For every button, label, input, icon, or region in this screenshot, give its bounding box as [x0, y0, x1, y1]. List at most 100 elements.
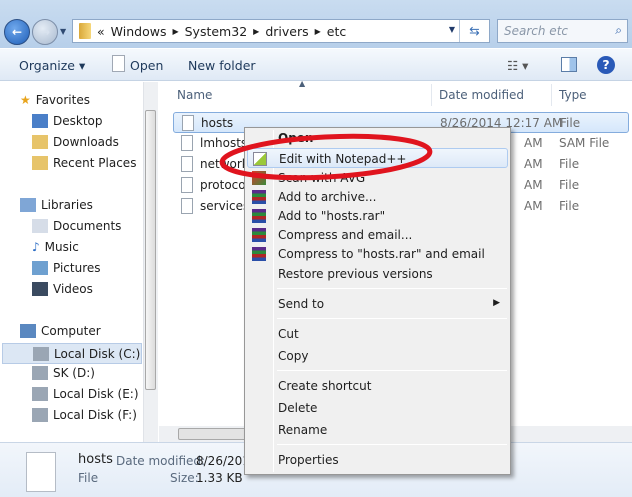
menu-label: Properties: [278, 453, 339, 467]
file-thumbnail-icon: [26, 452, 56, 492]
file-icon: [181, 177, 193, 193]
forward-button[interactable]: →: [32, 19, 58, 45]
notepad-plus-plus-icon: [253, 152, 267, 166]
sidebar-computer[interactable]: Computer: [20, 324, 101, 338]
folder-icon: [79, 23, 91, 39]
sort-ascending-icon: ▲: [299, 79, 306, 88]
file-type: File: [560, 116, 581, 130]
sidebar-label: Recent Places: [53, 156, 137, 170]
refresh-icon[interactable]: ⇆: [459, 20, 489, 42]
menu-item-delete[interactable]: Delete: [247, 398, 508, 418]
organize-button[interactable]: Organize ▾: [19, 58, 85, 73]
menu-label: Rename: [278, 423, 328, 437]
back-button[interactable]: ←: [4, 19, 30, 45]
preview-pane-icon[interactable]: [561, 57, 577, 72]
sidebar-label: Local Disk (C:): [54, 346, 141, 361]
menu-item-open[interactable]: Open: [247, 128, 508, 148]
sidebar-label: Downloads: [53, 135, 119, 149]
winrar-icon: [252, 209, 266, 223]
file-icon: [112, 55, 125, 72]
file-type: File: [559, 199, 580, 213]
column-header-type[interactable]: Type: [559, 88, 587, 102]
chevron-right-icon[interactable]: ▶: [315, 27, 321, 36]
sidebar-item-videos[interactable]: Videos: [32, 282, 93, 296]
menu-item-compress-to-hosts-rar-email[interactable]: Compress to "hosts.rar" and email: [247, 244, 508, 264]
computer-icon: [20, 324, 36, 338]
file-date: AM: [524, 157, 543, 171]
sidebar-item-desktop[interactable]: Desktop: [32, 114, 103, 128]
menu-item-add-to-archive[interactable]: Add to archive...: [247, 187, 508, 207]
drive-icon: [32, 366, 48, 380]
history-dropdown-icon[interactable]: ▼: [60, 27, 66, 36]
breadcrumb-overflow[interactable]: «: [97, 24, 105, 39]
column-header-name[interactable]: Name: [177, 88, 212, 102]
address-dropdown-icon[interactable]: ▼: [449, 25, 455, 34]
sidebar-item-recent-places[interactable]: Recent Places: [32, 156, 136, 170]
sidebar-item-downloads[interactable]: Downloads: [32, 135, 119, 149]
file-name: services: [200, 199, 250, 213]
drive-icon: [32, 408, 48, 422]
sidebar-favorites[interactable]: ★ Favorites: [20, 93, 90, 107]
star-icon: ★: [20, 93, 31, 107]
menu-item-rename[interactable]: Rename: [247, 420, 508, 440]
menu-item-compress-and-email[interactable]: Compress and email...: [247, 225, 508, 245]
sidebar-item-pictures[interactable]: Pictures: [32, 261, 101, 275]
breadcrumb-system32[interactable]: System32: [185, 24, 248, 39]
menu-item-scan-with-avg[interactable]: Scan with AVG: [247, 168, 508, 188]
menu-item-edit-with-notepad[interactable]: Edit with Notepad++: [247, 148, 508, 168]
nav-scrollbar-thumb[interactable]: [145, 110, 156, 390]
file-type: File: [559, 178, 580, 192]
details-date-label: Date modified:: [116, 454, 206, 468]
winrar-icon: [252, 247, 266, 261]
sidebar-item-music[interactable]: ♪ Music: [32, 240, 79, 254]
chevron-right-icon[interactable]: ▶: [172, 27, 178, 36]
file-icon: [182, 115, 194, 131]
submenu-arrow-icon: ▶: [493, 298, 500, 308]
menu-item-send-to[interactable]: Send to ▶: [247, 294, 508, 314]
sidebar-libraries[interactable]: Libraries: [20, 198, 93, 212]
winrar-icon: [252, 190, 266, 204]
sidebar-label: Videos: [53, 282, 93, 296]
sidebar-label: Music: [44, 240, 79, 254]
menu-item-create-shortcut[interactable]: Create shortcut: [247, 376, 508, 396]
address-bar[interactable]: « Windows ▶ System32 ▶ drivers ▶ etc ▼ ⇆: [72, 19, 490, 43]
details-size-value: 1.33 KB: [196, 471, 243, 485]
menu-label: Scan with AVG: [278, 171, 366, 185]
details-file-type: File: [78, 471, 99, 485]
help-icon[interactable]: ?: [597, 56, 615, 74]
breadcrumb-windows[interactable]: Windows: [111, 24, 167, 39]
menu-item-restore-previous-versions[interactable]: Restore previous versions: [247, 264, 508, 284]
documents-icon: [32, 219, 48, 233]
menu-item-properties[interactable]: Properties: [247, 450, 508, 470]
column-divider[interactable]: [431, 84, 432, 106]
menu-item-cut[interactable]: Cut: [247, 324, 508, 344]
new-folder-button[interactable]: New folder: [188, 58, 256, 73]
details-size-label: Size:: [170, 471, 199, 485]
toolbar: Organize ▾ Open New folder ☷ ▾ ?: [0, 48, 632, 81]
sidebar-item-drive-d[interactable]: SK (D:): [32, 366, 95, 380]
menu-label: Restore previous versions: [278, 267, 433, 281]
search-input[interactable]: Search etc ⌕: [497, 19, 628, 43]
menu-label: Add to "hosts.rar": [278, 209, 386, 223]
column-divider[interactable]: [551, 84, 552, 106]
view-options-icon[interactable]: ☷ ▾: [507, 58, 528, 73]
sidebar-label: Computer: [41, 324, 101, 338]
menu-item-copy[interactable]: Copy: [247, 346, 508, 366]
column-header-date[interactable]: Date modified: [439, 88, 524, 102]
sidebar-label: Libraries: [41, 198, 93, 212]
menu-separator: [277, 318, 507, 319]
sidebar-item-documents[interactable]: Documents: [32, 219, 121, 233]
chevron-right-icon[interactable]: ▶: [253, 27, 259, 36]
navigation-pane: ★ Favorites Desktop Downloads Recent Plac…: [0, 82, 158, 442]
breadcrumb-etc[interactable]: etc: [327, 24, 346, 39]
sidebar-item-drive-f[interactable]: Local Disk (F:): [32, 408, 137, 422]
search-icon[interactable]: ⌕: [615, 23, 622, 38]
file-date: AM: [524, 178, 543, 192]
menu-label: Cut: [278, 327, 299, 341]
menu-item-add-to-hosts-rar[interactable]: Add to "hosts.rar": [247, 206, 508, 226]
sidebar-item-drive-e[interactable]: Local Disk (E:): [32, 387, 139, 401]
sidebar-item-drive-c[interactable]: Local Disk (C:): [2, 343, 142, 364]
open-button[interactable]: Open: [130, 58, 163, 73]
music-icon: ♪: [32, 240, 40, 254]
breadcrumb-drivers[interactable]: drivers: [265, 24, 308, 39]
